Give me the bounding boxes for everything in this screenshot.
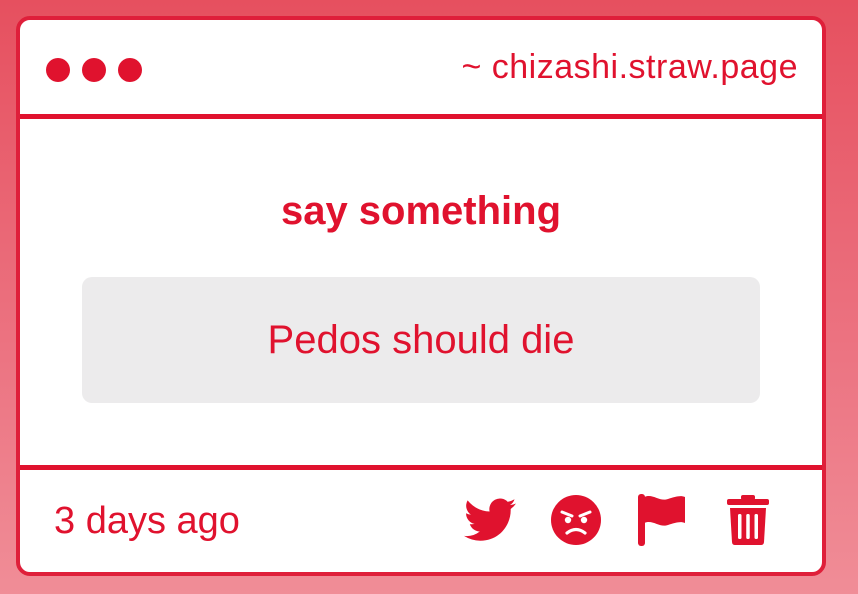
window-dot [118,58,142,82]
flag-icon [638,494,685,546]
window-dot [82,58,106,82]
window-dot [46,58,70,82]
post-content: say something Pedos should die [20,119,822,465]
post-footer: 3 days ago [20,465,822,572]
trash-icon [727,495,769,545]
react-angry-button[interactable] [548,492,604,548]
report-flag-button[interactable] [634,492,690,548]
window-titlebar: ~ chizashi.straw.page [20,20,822,119]
site-url[interactable]: ~ chizashi.straw.page [461,48,798,87]
angry-face-icon [551,495,601,545]
message-text: Pedos should die [267,317,575,362]
post-actions [462,492,776,548]
post-card: ~ chizashi.straw.page say something Pedo… [16,16,826,576]
share-twitter-button[interactable] [462,492,518,548]
post-timestamp: 3 days ago [54,500,240,542]
window-dots [46,58,142,82]
post-prompt: say something [280,189,562,233]
twitter-icon [464,498,516,541]
message-box: Pedos should die [82,277,760,403]
delete-button[interactable] [720,492,776,548]
